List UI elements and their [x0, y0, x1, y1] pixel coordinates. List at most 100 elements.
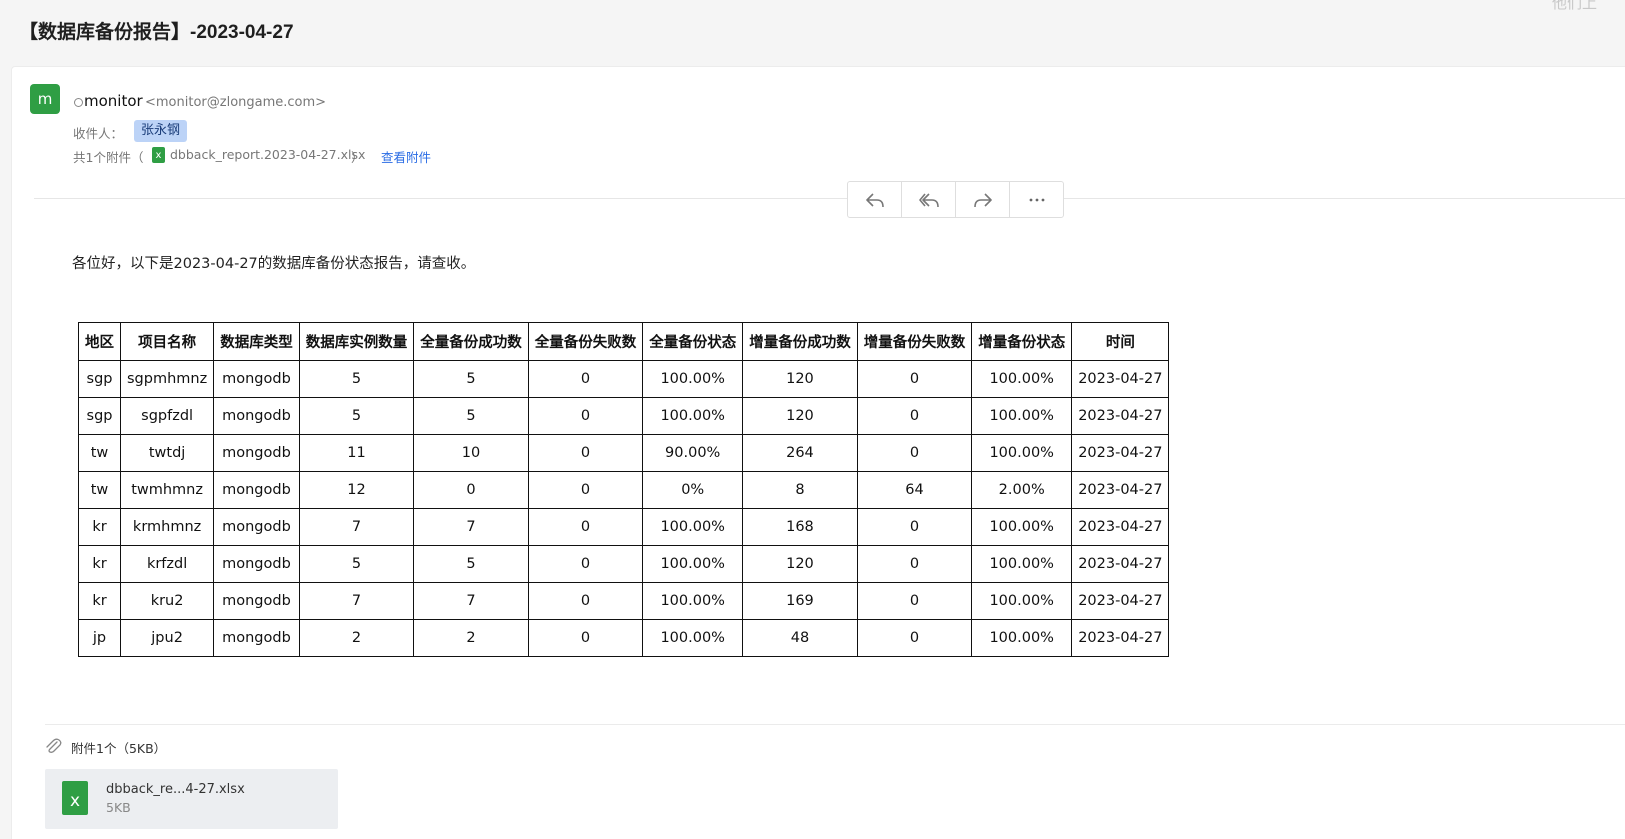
table-row: kr krmhmnz mongodb 7 7 0 100.00% 168 0 100.00% 202… [78, 508, 1170, 546]
column-header: 增量备份失败数 [856, 322, 973, 361]
table-cell: 100.00% [971, 397, 1073, 435]
table-cell: sgp [78, 397, 121, 435]
table-cell: 0 [527, 545, 644, 583]
table-cell: 5 [298, 360, 415, 398]
forward-button[interactable] [956, 182, 1010, 217]
table-cell: mongodb [213, 360, 300, 398]
table-cell: 264 [742, 434, 858, 472]
table-cell: 2023-04-27 [1071, 582, 1170, 620]
table-cell: 100.00% [642, 619, 744, 657]
column-header: 增量备份状态 [971, 322, 1073, 361]
table-cell: 7 [298, 582, 415, 620]
table-cell: mongodb [213, 434, 300, 472]
reply-all-icon [918, 192, 939, 207]
table-cell: 0 [527, 582, 644, 620]
column-header: 全量备份成功数 [413, 322, 529, 361]
table-cell: 2023-04-27 [1071, 619, 1170, 657]
recipient-label: 收件人： [73, 126, 124, 141]
table-cell: 7 [298, 508, 415, 546]
email-greeting: 各位好，以下是2023-04-27的数据库备份状态报告，请查收。 [72, 256, 476, 272]
action-toolbar [847, 181, 1064, 218]
table-cell: 0 [527, 619, 644, 657]
recipient-chip[interactable]: 张永钢 [134, 120, 188, 142]
table-cell: 100.00% [642, 397, 744, 435]
email-subject: 【数据库备份报告】-2023-04-27 [19, 22, 294, 43]
table-cell: 100.00% [642, 545, 744, 583]
table-cell: 5 [413, 360, 529, 398]
attachment-suffix: ） [351, 150, 364, 165]
table-cell: 0 [856, 397, 973, 435]
column-header: 增量备份成功数 [742, 322, 858, 361]
reply-button[interactable] [848, 182, 902, 217]
table-cell: 0 [856, 508, 973, 546]
table-cell: 11 [298, 434, 415, 472]
table-cell: 5 [413, 545, 529, 583]
attachment-count: 附件1个（5KB） [71, 741, 167, 756]
sender-avatar[interactable]: m [30, 84, 60, 114]
attachment-prefix: 共1个附件（ [73, 150, 144, 165]
table-cell: 100.00% [642, 508, 744, 546]
table-cell: 2023-04-27 [1071, 508, 1170, 546]
table-cell: 100.00% [642, 582, 744, 620]
table-cell: 0 [527, 397, 644, 435]
paperclip-icon [46, 738, 62, 753]
table-cell: 12 [298, 471, 415, 509]
table-cell: tw [78, 471, 121, 509]
corner-text: 他们上 [1551, 0, 1597, 12]
column-header: 地区 [78, 322, 121, 361]
table-cell: 100.00% [971, 434, 1073, 472]
forward-icon [973, 192, 992, 207]
attachment-card[interactable]: x dbback_re...4-27.xlsx 5KB [45, 769, 338, 829]
table-cell: 48 [742, 619, 858, 657]
table-cell: 100.00% [642, 360, 744, 398]
column-header: 数据库类型 [213, 322, 300, 361]
attachment-file-name[interactable]: dbback_report.2023-04-27.xlsx [170, 147, 365, 162]
table-cell: 0 [527, 471, 644, 509]
table-cell: 7 [413, 508, 529, 546]
table-cell: 100.00% [971, 582, 1073, 620]
table-cell: mongodb [213, 508, 300, 546]
more-icon [1029, 198, 1044, 201]
table-cell: tw [78, 434, 121, 472]
footer-divider [45, 724, 1625, 725]
attachment-size: 5KB [106, 800, 131, 815]
table-row: sgp sgpfzdl mongodb 5 5 0 100.00% 120 0 100.00% 20… [78, 397, 1170, 435]
view-attachment-link[interactable]: 查看附件 [381, 147, 431, 166]
table-cell: 0 [527, 508, 644, 546]
reply-all-button[interactable] [902, 182, 956, 217]
column-header: 数据库实例数量 [298, 322, 415, 361]
table-cell: 168 [742, 508, 858, 546]
attachment-name[interactable]: dbback_re...4-27.xlsx [106, 782, 245, 797]
more-button[interactable] [1010, 182, 1063, 217]
sender-name[interactable]: monitor [84, 92, 143, 110]
table-cell: mongodb [213, 545, 300, 583]
table-cell: 2023-04-27 [1071, 545, 1170, 583]
online-status-icon [74, 98, 83, 107]
table-cell: 120 [742, 397, 858, 435]
table-cell: 100.00% [971, 508, 1073, 546]
table-cell: 0 [856, 360, 973, 398]
table-cell: 8 [742, 471, 858, 509]
table-cell: 5 [298, 397, 415, 435]
column-header: 全量备份失败数 [527, 322, 644, 361]
table-row: tw twmhmnz mongodb 12 0 0 0% 8 64 2.00% 2023-04-27 [78, 471, 1170, 509]
table-cell: 2.00% [971, 471, 1073, 509]
table-cell: sgpfzdl [119, 397, 215, 435]
table-cell: 120 [742, 360, 858, 398]
table-cell: 0 [527, 360, 644, 398]
table-cell: 2023-04-27 [1071, 434, 1170, 472]
table-cell: kr [78, 508, 121, 546]
table-cell: 100.00% [971, 545, 1073, 583]
table-cell: mongodb [213, 619, 300, 657]
backup-report-table: 地区 项目名称 数据库类型 数据库实例数量 全量备份成功数 全量备份失败数 全量… [78, 322, 1170, 657]
table-cell: sgp [78, 360, 121, 398]
table-cell: 2023-04-27 [1071, 397, 1170, 435]
column-header: 时间 [1071, 322, 1170, 361]
table-cell: kr [78, 582, 121, 620]
table-cell: 2023-04-27 [1071, 360, 1170, 398]
table-cell: krmhmnz [119, 508, 215, 546]
table-row: kr krfzdl mongodb 5 5 0 100.00% 120 0 100.00% 2023… [78, 545, 1170, 583]
table-cell: 100.00% [971, 360, 1073, 398]
table-header-row: 地区 项目名称 数据库类型 数据库实例数量 全量备份成功数 全量备份失败数 全量… [78, 322, 1170, 361]
table-cell: sgpmhmnz [119, 360, 215, 398]
